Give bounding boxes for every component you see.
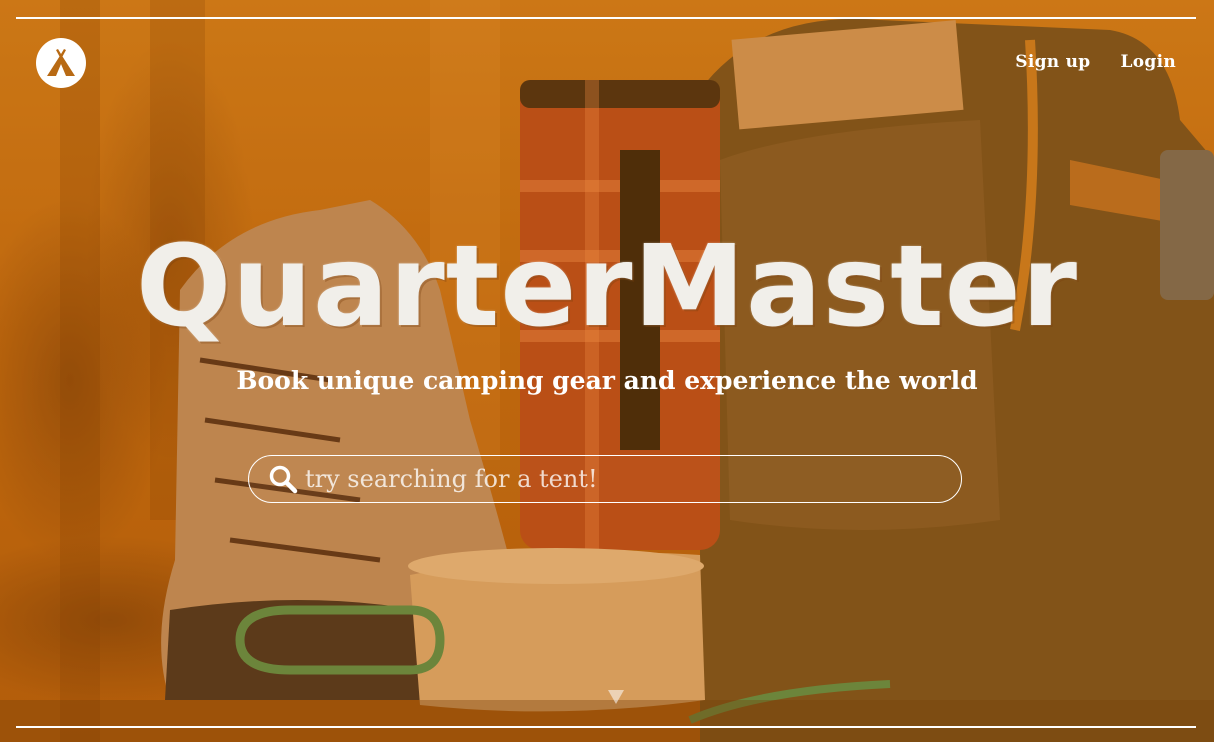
logo-button[interactable] <box>36 38 86 88</box>
hero-section: Sign up Login QuarterMaster Book unique … <box>0 0 1214 742</box>
search-icon[interactable] <box>267 463 299 495</box>
search-input[interactable] <box>303 464 941 494</box>
login-link[interactable]: Login <box>1121 52 1177 72</box>
search-bar[interactable] <box>248 455 962 503</box>
tent-icon <box>47 49 75 76</box>
bottom-divider <box>16 726 1196 728</box>
scroll-down-icon[interactable] <box>608 690 624 704</box>
top-nav: Sign up Login <box>1015 52 1176 72</box>
top-divider <box>16 17 1196 19</box>
site-tagline: Book unique camping gear and experience … <box>236 366 978 395</box>
site-title: QuarterMaster <box>136 222 1078 352</box>
signup-link[interactable]: Sign up <box>1015 52 1090 72</box>
